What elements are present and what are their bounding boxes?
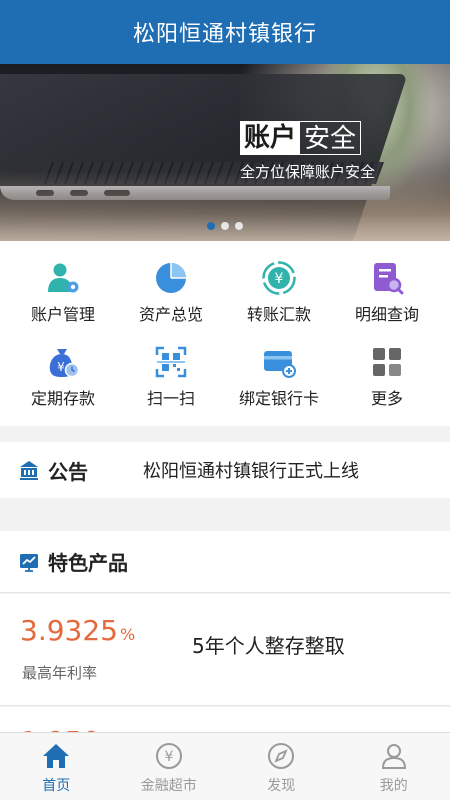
menu-item-label: 绑定银行卡 [238,389,319,408]
tab-label: 发现 [267,778,296,794]
menu-item-bind-card[interactable]: 绑定银行卡 [223,325,335,409]
menu-item-label: 资产总览 [138,305,203,324]
announcement-bar[interactable]: 公告 松阳恒通村镇银行正式上线 [0,442,450,498]
menu-item-asset-overview[interactable]: 资产总览 [115,241,227,325]
menu-item-fixed-deposit[interactable]: ¥ 定期存款 [7,325,119,409]
product-name: 5年个人整存整取 [192,634,345,658]
tab-discover[interactable]: 发现 [225,733,338,800]
account-manage-icon [45,261,81,295]
document-search-icon [369,261,405,295]
bottom-tab-bar: 首页 ¥ 金融超市 发现 我的 [0,732,450,800]
menu-item-label: 账户管理 [30,305,95,324]
qr-scan-icon [153,345,189,379]
app-root: 松阳恒通村镇银行 账户 安全 全方位保障账户安全 账户管理 资产总览 ¥ 转账汇… [0,0,450,800]
product-rate-value: 3.9325 [20,614,118,647]
user-icon [379,741,409,771]
grid-more-icon [369,345,405,379]
function-menu-grid: 账户管理 资产总览 ¥ 转账汇款 明细查询 ¥ 定期存款 扫一扫 绑定银行卡 更… [0,241,450,426]
banner-carousel[interactable]: 账户 安全 全方位保障账户安全 [0,64,450,241]
banner-title: 账户 安全 [240,121,362,155]
yuan-transfer-icon: ¥ [261,261,297,295]
tab-label: 首页 [42,778,71,794]
carousel-dot[interactable] [221,222,229,230]
svg-text:¥: ¥ [164,749,173,765]
product-card[interactable]: 3.9325% 最高年利率 5年个人整存整取 [0,594,450,706]
banner-desk [0,171,450,241]
menu-item-more[interactable]: 更多 [331,325,443,409]
menu-item-label: 转账汇款 [246,305,311,324]
money-bag-clock-icon: ¥ [45,345,81,379]
menu-item-account-manage[interactable]: 账户管理 [7,241,119,325]
menu-item-transfer[interactable]: ¥ 转账汇款 [223,241,335,325]
menu-item-scan[interactable]: 扫一扫 [115,325,227,409]
header-title: 松阳恒通村镇银行 [132,22,317,47]
chart-board-icon [20,553,38,572]
product-rate-label: 最高年利率 [22,664,98,682]
carousel-dot[interactable] [207,222,215,230]
banner-title-part1: 账户 [240,121,301,155]
bank-building-icon [20,461,38,480]
featured-products-title: 特色产品 [48,551,128,575]
tab-label: 我的 [379,778,408,794]
menu-item-label: 扫一扫 [146,389,195,408]
announcement-text[interactable]: 松阳恒通村镇银行正式上线 [143,457,359,483]
banner-title-part2: 安全 [300,121,362,155]
announcement-title: 公告 [48,459,88,484]
menu-item-label: 定期存款 [30,389,95,408]
home-icon [41,741,71,771]
carousel-indicator [0,222,450,230]
carousel-dot[interactable] [235,222,243,230]
svg-text:¥: ¥ [57,360,65,374]
svg-text:¥: ¥ [275,271,284,287]
tab-mine[interactable]: 我的 [338,733,450,800]
menu-item-label: 更多 [370,389,403,408]
banner-subtitle: 全方位保障账户安全 [240,163,376,181]
tab-finance-market[interactable]: ¥ 金融超市 [113,733,226,800]
yuan-circle-icon: ¥ [154,741,184,771]
compass-icon [266,741,296,771]
app-header: 松阳恒通村镇银行 [0,0,450,64]
tab-label: 金融超市 [140,778,197,794]
product-rate-unit: % [119,625,136,644]
card-add-icon [261,345,297,379]
product-rate: 3.9325% [20,614,135,647]
tab-home[interactable]: 首页 [0,733,113,800]
menu-item-detail-query[interactable]: 明细查询 [331,241,443,325]
pie-chart-icon [153,261,189,295]
menu-item-label: 明细查询 [354,305,419,324]
featured-products-header: 特色产品 [0,531,450,593]
